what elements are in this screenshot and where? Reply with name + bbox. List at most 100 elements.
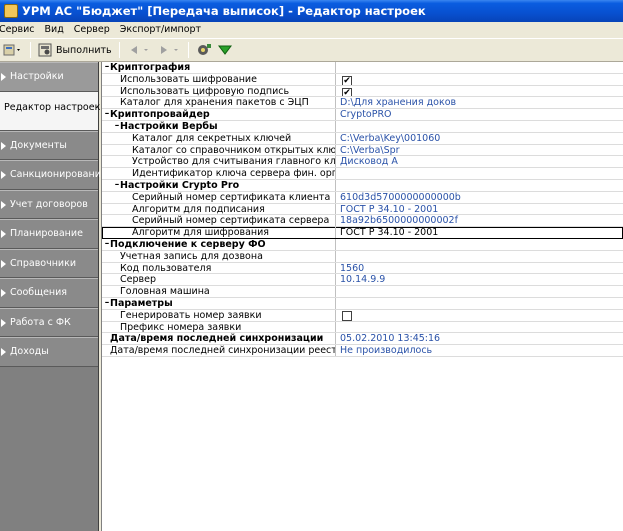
grid-category-row[interactable]: – Настройки Crypto Pro — [102, 179, 623, 192]
execute-button[interactable]: Выполнить — [35, 40, 115, 60]
grid-property-row[interactable]: Каталог со справочником открытых ключей C… — [102, 144, 623, 157]
property-value-text: 610d3d5700000000000b — [340, 191, 461, 203]
property-value[interactable] — [338, 251, 623, 262]
sidebar-item-fk[interactable]: Работа с ФК — [0, 307, 98, 337]
expand-arrow-icon — [1, 348, 6, 356]
property-label-text: Серийный номер сертификата сервера — [132, 215, 330, 227]
grid-property-row[interactable]: Учетная запись для дозвона — [102, 250, 623, 263]
sidebar-item-references[interactable]: Справочники — [0, 248, 98, 278]
property-label: – Настройки Crypto Pro — [102, 179, 336, 191]
property-label-text: Головная машина — [120, 286, 210, 297]
property-value[interactable]: Дисковод A — [338, 156, 623, 167]
sidebar-item-label: Санкционирование — [10, 169, 107, 180]
property-value-text — [338, 322, 340, 333]
grid-category-row[interactable]: – Криптопровайдер CryptoPRO — [102, 109, 623, 121]
grid-property-row[interactable]: Идентификатор ключа сервера фин. органа — [102, 168, 623, 180]
collapse-icon[interactable]: – — [112, 180, 122, 191]
property-label: Каталог со справочником открытых ключей — [102, 144, 336, 156]
property-value[interactable] — [338, 322, 623, 333]
grid-property-row[interactable]: Генерировать номер заявки — [102, 309, 623, 322]
property-value[interactable]: C:\Verba\Key\001060 — [338, 133, 623, 144]
property-value[interactable]: C:\Verba\Spr — [338, 145, 623, 156]
sidebar-item-settings[interactable]: Настройки — [0, 62, 98, 92]
property-value[interactable]: 18a92b6500000000002f — [338, 215, 623, 226]
property-value[interactable]: Не производилось — [338, 345, 623, 356]
collapse-icon[interactable]: – — [102, 239, 112, 250]
grid-category-row[interactable]: – Криптография — [102, 62, 623, 74]
property-value-text: ГОСТ Р 34.10 - 2001 — [340, 227, 439, 238]
checkbox[interactable]: ✔ — [342, 87, 352, 97]
property-value[interactable]: ГОСТ Р 34.10 - 2001 — [338, 204, 623, 215]
property-value[interactable]: 1560 — [338, 263, 623, 274]
execute-label: Выполнить — [56, 44, 112, 56]
sidebar-item-documents[interactable]: Документы — [0, 130, 98, 160]
grid-property-row[interactable]: Устройство для считывания главного ключа… — [102, 156, 623, 169]
property-label: Головная машина — [102, 286, 336, 297]
collapse-icon[interactable]: – — [102, 110, 112, 120]
menu-server[interactable]: Сервер — [69, 22, 115, 38]
grid-property-row[interactable]: Алгоритм для шифрования ГОСТ Р 34.10 - 20… — [102, 227, 623, 239]
property-value[interactable] — [338, 168, 623, 179]
sidebar-item-messages[interactable]: Сообщения — [0, 278, 98, 308]
grid-category-row[interactable]: – Подключение к серверу ФО — [102, 238, 623, 251]
property-value[interactable] — [338, 286, 623, 297]
sidebar-item-income[interactable]: Доходы — [0, 337, 98, 367]
property-value[interactable]: 10.14.9.9 — [338, 274, 623, 285]
property-label-text: Алгоритм для шифрования — [132, 227, 270, 238]
grid-property-row[interactable]: Каталог для хранения пакетов с ЭЦП D:\Для… — [102, 97, 623, 110]
property-value[interactable]: ГОСТ Р 34.10 - 2001 — [338, 227, 623, 238]
property-value-text: Не производилось — [340, 345, 433, 356]
property-checkbox-cell[interactable] — [338, 310, 623, 321]
grid-property-row[interactable]: Каталог для секретных ключей C:\Verba\Key… — [102, 132, 623, 145]
grid-property-row[interactable]: Серийный номер сертификата сервера 18a92b… — [102, 215, 623, 228]
collapse-icon[interactable]: – — [102, 298, 112, 309]
sidebar-item-sanctioning[interactable]: Санкционирование — [0, 160, 107, 190]
expand-arrow-icon — [1, 318, 6, 327]
property-value[interactable]: D:\Для хранения доков — [338, 97, 623, 108]
property-label-text: Алгоритм для подписания — [132, 203, 265, 215]
grid-property-row[interactable]: Дата/время последней синхронизации реест… — [102, 345, 623, 357]
grid-property-row[interactable]: Префикс номера заявки — [102, 321, 623, 334]
sidebar-item-planning[interactable]: Планирование — [0, 219, 98, 249]
grid-property-row[interactable]: Код пользователя 1560 — [102, 262, 623, 275]
grid-category-row[interactable]: – Параметры — [102, 297, 623, 310]
property-value[interactable]: 05.02.2010 13:45:16 — [338, 333, 623, 344]
menu-export-import[interactable]: Экспорт/импорт — [115, 22, 206, 38]
filter-down-button[interactable] — [215, 40, 235, 60]
sidebar-item-contracts[interactable]: Учет договоров — [0, 189, 98, 219]
grid-property-row[interactable]: Использовать шифрование ✔ — [102, 73, 623, 86]
checkbox[interactable] — [342, 310, 352, 321]
grid-category-row[interactable]: – Настройки Вербы — [102, 120, 623, 133]
tools-icon — [3, 44, 20, 56]
property-label: Использовать шифрование — [102, 73, 336, 85]
property-checkbox-cell[interactable]: ✔ — [338, 86, 623, 97]
collapse-icon[interactable]: – — [102, 63, 112, 73]
forward-button[interactable] — [154, 40, 184, 60]
property-label: Префикс номера заявки — [102, 321, 336, 333]
menu-service[interactable]: Сервис — [0, 22, 40, 38]
property-value-text — [338, 239, 340, 250]
tools-dropdown-button[interactable] — [0, 40, 26, 60]
tree-gear-button[interactable] — [193, 40, 215, 60]
toolbar: Выполнить — [0, 38, 623, 62]
property-checkbox-cell[interactable]: ✔ — [338, 74, 623, 85]
toolbar-separator — [30, 42, 31, 58]
property-label: Код пользователя — [102, 262, 336, 274]
sidebar-item-settings-editor[interactable]: Редактор настроек — [0, 91, 100, 131]
expand-arrow-icon — [1, 200, 6, 209]
back-button[interactable] — [124, 40, 154, 60]
menu-view[interactable]: Вид — [40, 22, 69, 38]
grid-property-row[interactable]: Серийный номер сертификата клиента 610d3d… — [102, 191, 623, 204]
checkbox[interactable]: ✔ — [342, 75, 352, 85]
property-value[interactable]: 610d3d5700000000000b — [338, 192, 623, 203]
sidebar: Настройки Редактор настроек Документы Са… — [0, 62, 107, 531]
grid-property-row[interactable]: Использовать цифровую подпись ✔ — [102, 85, 623, 98]
grid-property-row[interactable]: Сервер 10.14.9.9 — [102, 274, 623, 287]
property-value — [338, 62, 623, 73]
property-value-text — [338, 286, 340, 297]
grid-property-row[interactable]: Дата/время последней синхронизации 05.02.… — [102, 333, 623, 346]
forward-arrow-icon — [160, 46, 178, 54]
grid-property-row[interactable]: Головная машина — [102, 286, 623, 298]
collapse-icon[interactable]: – — [112, 121, 122, 132]
grid-property-row[interactable]: Алгоритм для подписания ГОСТ Р 34.10 - 20… — [102, 203, 623, 216]
